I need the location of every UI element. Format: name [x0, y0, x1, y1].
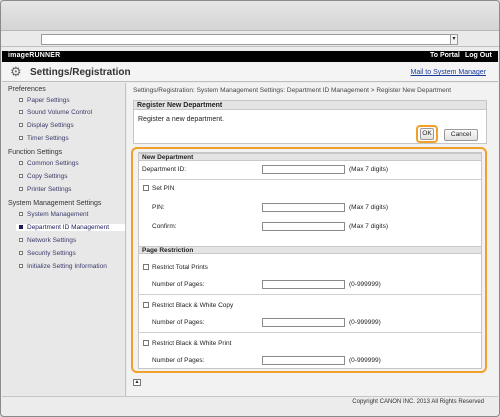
- sidebar-item-label: Display Settings: [27, 122, 74, 129]
- confirm-label: Confirm:: [152, 223, 177, 230]
- sidebar-item-timer-settings[interactable]: Timer Settings: [19, 135, 69, 142]
- confirm-hint: (Max 7 digits): [349, 223, 389, 230]
- bw-print-pages-label: Number of Pages:: [152, 357, 205, 364]
- sidebar-item-common-settings[interactable]: Common Settings: [19, 160, 79, 167]
- bullet-icon: [19, 174, 23, 179]
- sidebar-item-label: Printer Settings: [27, 186, 72, 193]
- pin-hint: (Max 7 digits): [349, 204, 389, 211]
- panel-title: Register New Department: [134, 101, 486, 110]
- sidebar-item-sound-volume-control[interactable]: Sound Volume Control: [19, 109, 92, 116]
- sidebar-item-printer-settings[interactable]: Printer Settings: [19, 186, 71, 193]
- total-prints-pages-label: Number of Pages:: [152, 281, 205, 288]
- restrict-bw-print-label: Restrict Black & White Print: [152, 340, 232, 347]
- sidebar-item-copy-settings[interactable]: Copy Settings: [19, 173, 67, 180]
- sidebar-item-security-settings[interactable]: Security Settings: [19, 250, 76, 257]
- bullet-icon: [19, 98, 23, 103]
- form-highlight: New Department Department ID: (Max 7 dig…: [131, 147, 487, 373]
- set-pin-checkbox[interactable]: [143, 185, 149, 191]
- department-id-label: Department ID:: [142, 166, 187, 173]
- bullet-icon: [19, 251, 23, 256]
- top-bar: imageRUNNER To Portal Log Out: [2, 51, 498, 62]
- intro-text: Register a new department.: [138, 116, 224, 123]
- bw-print-pages-input[interactable]: [262, 356, 345, 365]
- bw-copy-pages-label: Number of Pages:: [152, 319, 205, 326]
- restrict-bw-copy-checkbox[interactable]: [143, 302, 149, 308]
- back-to-top-icon[interactable]: ▲: [133, 379, 141, 386]
- main-content: Settings/Registration: System Management…: [127, 83, 498, 396]
- sidebar-section-preferences: Preferences: [8, 86, 46, 93]
- sidebar-item-label: Common Settings: [27, 160, 79, 167]
- sidebar-item-display-settings[interactable]: Display Settings: [19, 122, 74, 129]
- brand-logo: imageRUNNER: [8, 52, 61, 59]
- sidebar-item-network-settings[interactable]: Network Settings: [19, 237, 76, 244]
- bullet-icon: [19, 187, 23, 192]
- copyright-text: Copyright CANON INC. 2013 All Rights Res…: [352, 399, 484, 405]
- bullet-icon: [19, 238, 23, 243]
- confirm-pin-input[interactable]: [262, 222, 345, 231]
- to-portal-link[interactable]: To Portal: [430, 52, 460, 59]
- ok-button[interactable]: OK: [420, 128, 434, 140]
- section-new-department: New Department: [139, 153, 481, 161]
- bw-copy-range: (0-999999): [349, 319, 381, 326]
- sidebar-item-label: Initialize Setting Information: [27, 263, 107, 270]
- ok-button-highlight: OK: [416, 125, 438, 143]
- sidebar-item-system-management[interactable]: System Management: [19, 211, 88, 218]
- pin-input[interactable]: [262, 203, 345, 212]
- sidebar-item-label: Sound Volume Control: [27, 109, 93, 116]
- sidebar-item-paper-settings[interactable]: Paper Settings: [19, 97, 70, 104]
- sidebar-section-function-settings: Function Settings: [8, 149, 63, 156]
- restrict-total-prints-label: Restrict Total Prints: [152, 264, 208, 271]
- bw-copy-pages-input[interactable]: [262, 318, 345, 327]
- total-prints-range: (0-999999): [349, 281, 381, 288]
- pin-label: PIN:: [152, 204, 165, 211]
- restrict-bw-copy-label: Restrict Black & White Copy: [152, 302, 234, 309]
- sidebar: Preferences Paper Settings Sound Volume …: [2, 83, 126, 396]
- sidebar-item-department-id-management[interactable]: Department ID Management: [16, 224, 125, 231]
- restrict-bw-print-checkbox[interactable]: [143, 340, 149, 346]
- bullet-icon: [19, 161, 23, 166]
- bullet-icon: [19, 123, 23, 128]
- sidebar-item-label: Department ID Management: [27, 224, 110, 231]
- set-pin-label: Set PIN: [152, 185, 175, 192]
- section-page-restriction: Page Restriction: [139, 246, 481, 254]
- restrict-total-prints-checkbox[interactable]: [143, 264, 149, 270]
- department-form-panel: New Department Department ID: (Max 7 dig…: [138, 152, 482, 369]
- divider: [139, 332, 481, 333]
- address-dropdown-button[interactable]: ▾: [450, 34, 458, 45]
- total-prints-pages-input[interactable]: [262, 280, 345, 289]
- bullet-icon: [19, 110, 23, 115]
- page-header: ⚙ Settings/Registration Mail to System M…: [2, 62, 498, 82]
- cancel-button[interactable]: Cancel: [444, 129, 478, 141]
- page-title: Settings/Registration: [30, 67, 131, 78]
- log-out-link[interactable]: Log Out: [465, 52, 492, 59]
- mail-to-system-manager-link[interactable]: Mail to System Manager: [411, 69, 486, 76]
- browser-window: ▾ imageRUNNER To Portal Log Out ⚙ Settin…: [0, 0, 500, 417]
- sidebar-item-label: System Management: [27, 211, 89, 218]
- sidebar-section-system-management-settings: System Management Settings: [8, 200, 102, 207]
- sidebar-item-label: Copy Settings: [27, 173, 68, 180]
- department-id-input[interactable]: [262, 165, 345, 174]
- sidebar-item-initialize-setting-information[interactable]: Initialize Setting Information: [19, 263, 107, 270]
- sidebar-item-label: Paper Settings: [27, 97, 70, 104]
- bullet-icon: [19, 264, 23, 269]
- divider: [139, 294, 481, 295]
- bullet-icon: [19, 225, 23, 230]
- breadcrumb: Settings/Registration: System Management…: [133, 87, 452, 94]
- register-new-department-panel: Register New Department Register a new d…: [133, 100, 487, 144]
- bw-print-range: (0-999999): [349, 357, 381, 364]
- department-id-hint: (Max 7 digits): [349, 166, 389, 173]
- footer: Copyright CANON INC. 2013 All Rights Res…: [2, 396, 498, 408]
- gear-icon: ⚙: [10, 64, 22, 79]
- address-bar: ▾: [1, 31, 499, 47]
- sidebar-item-label: Timer Settings: [27, 135, 69, 142]
- bullet-icon: [19, 212, 23, 217]
- window-titlebar: [1, 1, 499, 31]
- address-input[interactable]: [41, 34, 457, 45]
- bullet-icon: [19, 136, 23, 141]
- sidebar-item-label: Network Settings: [27, 237, 77, 244]
- divider: [139, 179, 481, 180]
- sidebar-item-label: Security Settings: [27, 250, 76, 257]
